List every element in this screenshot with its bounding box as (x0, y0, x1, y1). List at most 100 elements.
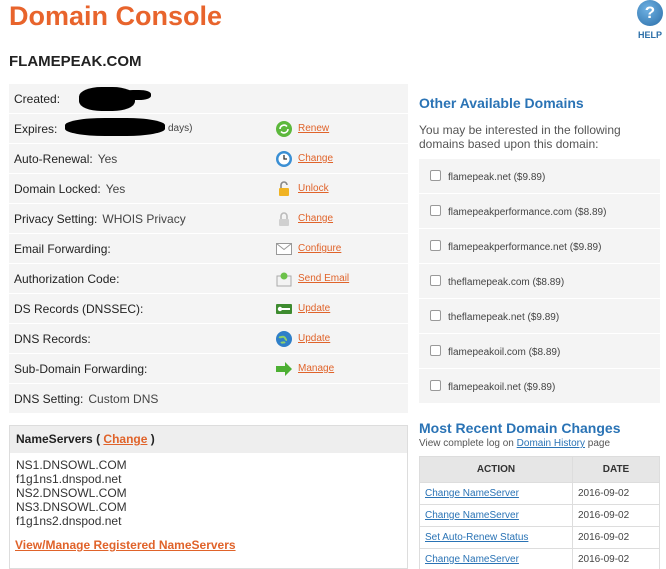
other-domains-panel: Other Available Domains You may be inter… (419, 95, 660, 404)
change-date: 2016-09-02 (572, 526, 660, 549)
recent-changes-panel: Most Recent Domain Changes View complete… (419, 420, 660, 569)
suggested-domain-label: flamepeakperformance.com ($8.89) (448, 207, 607, 218)
send-email-icon (276, 272, 292, 287)
domain-history-link[interactable]: Domain History (517, 438, 585, 449)
dns-records-label: DNS Records: (14, 332, 91, 346)
change-action-link[interactable]: Change NameServer (419, 504, 573, 527)
dns-update-link[interactable]: Update (298, 333, 330, 344)
nameserver-list: NS1.DNSOWL.COM f1g1ns1.dnspod.net NS2.DN… (10, 453, 407, 533)
domain-checkbox[interactable] (430, 345, 441, 356)
send-email-link[interactable]: Send Email (298, 273, 349, 284)
unlock-link[interactable]: Unlock (298, 183, 329, 194)
suggested-domain-label: flamepeakoil.net ($9.89) (448, 382, 556, 393)
renew-icon (276, 121, 292, 137)
ds-records-row: DS Records (DNSSEC): Update (9, 294, 408, 324)
suggested-domain-label: theflamepeak.net ($9.89) (448, 312, 560, 323)
recent-changes-table: ACTION DATE Change NameServer 2016-09-02… (419, 456, 660, 569)
suggested-domain-row: flamepeakperformance.net ($9.89) (419, 229, 660, 264)
recent-changes-subtitle: View complete log on Domain History page (419, 438, 611, 449)
expires-row: Expires: days) Renew (9, 114, 408, 144)
expires-days: days) (168, 123, 193, 134)
help-button[interactable]: ? HELP (634, 0, 666, 40)
globe-icon (276, 331, 292, 347)
domain-checkbox[interactable] (430, 240, 441, 251)
suggested-domain-label: theflamepeak.com ($8.89) (448, 277, 565, 288)
created-row: Created: (9, 84, 408, 114)
domain-checkbox[interactable] (430, 170, 441, 181)
help-icon[interactable]: ? (637, 0, 663, 26)
unlock-icon (279, 181, 289, 196)
auto-renewal-row: Auto-Renewal: Yes Change (9, 144, 408, 174)
email-forwarding-label: Email Forwarding: (14, 242, 111, 256)
nameservers-panel: NameServers ( Change ) NS1.DNSOWL.COM f1… (9, 425, 408, 569)
renew-link[interactable]: Renew (298, 123, 329, 134)
auto-renewal-change-link[interactable]: Change (298, 153, 333, 164)
domain-checkbox[interactable] (430, 380, 441, 391)
nameserver-item: NS2.DNSOWL.COM (16, 486, 127, 500)
expires-label: Expires: (14, 122, 58, 136)
domain-settings-panel: Created: Expires: days) Renew Auto-Renew… (9, 84, 408, 414)
redaction-mark (65, 118, 165, 136)
subdomain-forwarding-row: Sub-Domain Forwarding: Manage (9, 354, 408, 384)
change-date: 2016-09-02 (572, 482, 660, 505)
table-header-row: ACTION DATE (419, 456, 660, 483)
table-row: Set Auto-Renew Status 2016-09-02 (419, 526, 660, 549)
manage-nameservers-link[interactable]: View/Manage Registered NameServers (15, 538, 236, 552)
nameserver-item: f1g1ns1.dnspod.net (16, 472, 122, 486)
change-action-link[interactable]: Change NameServer (419, 548, 573, 569)
nameservers-header: NameServers ( Change ) (10, 426, 407, 453)
subdomain-forwarding-label: Sub-Domain Forwarding: (14, 362, 148, 376)
table-row: Change NameServer 2016-09-02 (419, 482, 660, 505)
auth-code-label: Authorization Code: (14, 272, 120, 286)
other-domains-intro: You may be interested in the following d… (419, 123, 621, 151)
nameserver-item: NS1.DNSOWL.COM (16, 458, 127, 472)
domain-checkbox[interactable] (430, 205, 441, 216)
clock-icon (276, 151, 292, 167)
suggested-domain-label: flamepeak.net ($9.89) (448, 172, 546, 183)
dns-setting-label: DNS Setting: Custom DNS (14, 392, 159, 406)
auth-code-row: Authorization Code: Send Email (9, 264, 408, 294)
configure-email-link[interactable]: Configure (298, 243, 341, 254)
privacy-change-link[interactable]: Change (298, 213, 333, 224)
domain-locked-row: Domain Locked: Yes Unlock (9, 174, 408, 204)
nameserver-item: NS3.DNSOWL.COM (16, 500, 127, 514)
change-date: 2016-09-02 (572, 504, 660, 527)
nameservers-title: NameServers (16, 432, 93, 446)
recent-changes-title: Most Recent Domain Changes (419, 420, 621, 436)
dns-records-row: DNS Records: Update (9, 324, 408, 354)
suggested-domain-row: theflamepeak.net ($9.89) (419, 299, 660, 334)
nameservers-change-link[interactable]: Change (103, 432, 147, 446)
suggested-domain-label: flamepeakoil.com ($8.89) (448, 347, 561, 358)
privacy-value: WHOIS Privacy (102, 212, 186, 226)
domain-checkbox[interactable] (430, 275, 441, 286)
ds-records-label: DS Records (DNSSEC): (14, 302, 144, 316)
auto-renewal-value: Yes (97, 152, 118, 166)
manage-subdomain-link[interactable]: Manage (298, 363, 334, 374)
suggested-domain-row: flamepeakoil.net ($9.89) (419, 369, 660, 404)
ds-update-link[interactable]: Update (298, 303, 330, 314)
arrow-right-icon (276, 362, 292, 376)
domain-name: FLAMEPEAK.COM (9, 53, 142, 70)
domain-locked-label: Domain Locked: Yes (14, 182, 126, 196)
change-date: 2016-09-02 (572, 548, 660, 569)
email-forwarding-row: Email Forwarding: Configure (9, 234, 408, 264)
column-header-action: ACTION (419, 456, 573, 483)
change-action-link[interactable]: Change NameServer (419, 482, 573, 505)
privacy-label: Privacy Setting: WHOIS Privacy (14, 212, 186, 226)
domain-locked-value: Yes (105, 182, 126, 196)
suggested-domain-list: flamepeak.net ($9.89) flamepeakperforman… (419, 159, 660, 404)
change-action-link[interactable]: Set Auto-Renew Status (419, 526, 573, 549)
domain-checkbox[interactable] (430, 310, 441, 321)
suggested-domain-row: flamepeak.net ($9.89) (419, 159, 660, 194)
lock-icon (279, 212, 289, 226)
suggested-domain-label: flamepeakperformance.net ($9.89) (448, 242, 602, 253)
created-label: Created: (14, 92, 61, 106)
auto-renewal-label: Auto-Renewal: Yes (14, 152, 118, 166)
suggested-domain-row: flamepeakoil.com ($8.89) (419, 334, 660, 369)
page-title: Domain Console (9, 1, 223, 31)
other-domains-title: Other Available Domains (419, 95, 584, 111)
redaction-mark (121, 90, 151, 100)
dns-setting-row: DNS Setting: Custom DNS (9, 384, 408, 414)
key-icon (276, 304, 292, 314)
help-label[interactable]: HELP (634, 30, 666, 40)
